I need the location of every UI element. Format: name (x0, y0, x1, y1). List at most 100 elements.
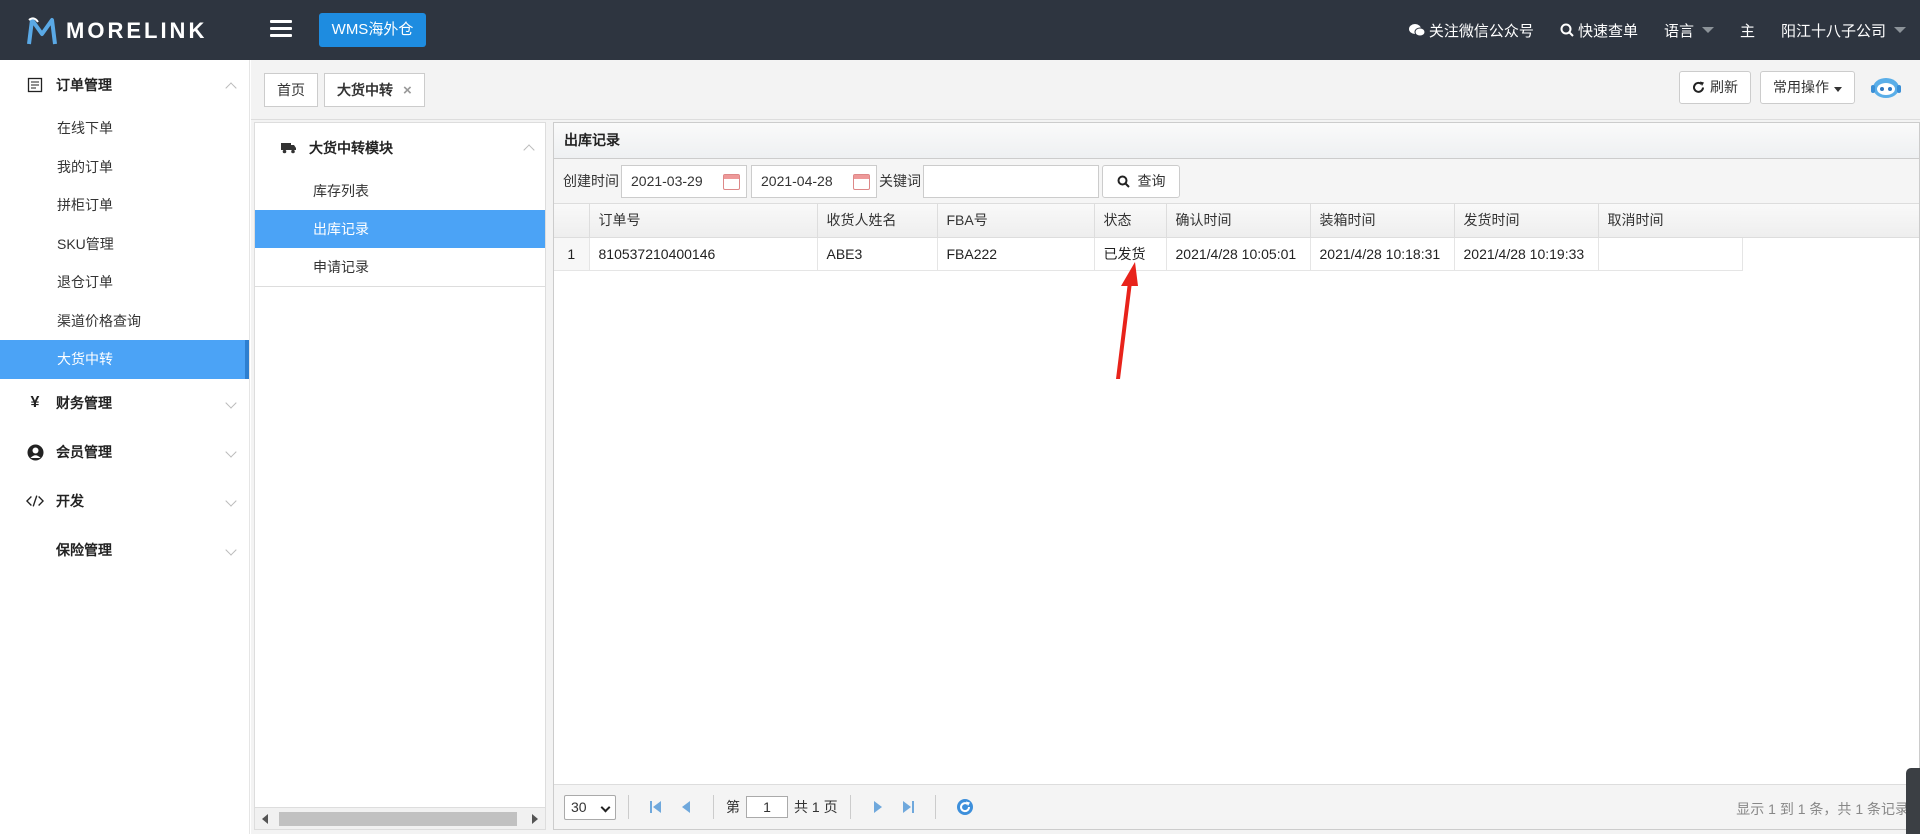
date-to-input[interactable]: 2021-04-28 (751, 164, 877, 198)
created-time-label: 创建时间 (563, 173, 619, 189)
yen-icon: ¥ (30, 394, 40, 411)
sidebar-item-online-order[interactable]: 在线下单 (0, 109, 249, 148)
scroll-left-icon[interactable] (262, 814, 268, 824)
column-header-rownum (554, 204, 590, 238)
refresh-button[interactable]: 刷新 (1679, 71, 1751, 104)
scroll-right-icon[interactable] (532, 814, 538, 824)
user-text: 主 (1739, 22, 1755, 40)
sidebar-group-insurance[interactable]: 保险管理 (0, 526, 249, 575)
cell-fba: FBA222 (937, 237, 1095, 271)
query-label: 查询 (1137, 173, 1166, 189)
sidebar-item-consolidated-orders[interactable]: 拼柜订单 (0, 186, 249, 225)
common-operations-dropdown[interactable]: 常用操作 (1760, 71, 1855, 104)
company-label: 阳江十八子公司 (1780, 22, 1886, 40)
module-item-outbound-records[interactable]: 出库记录 (255, 210, 545, 248)
sidebar-group-development[interactable]: 开发 (0, 477, 249, 526)
logo[interactable]: MORELINK (26, 12, 246, 50)
page-prefix: 第 (726, 799, 740, 815)
user-icon (26, 443, 44, 461)
order-list-icon (26, 76, 44, 94)
chevron-down-icon (1701, 27, 1714, 33)
sidebar-item-my-orders[interactable]: 我的订单 (0, 148, 249, 187)
next-page-icon[interactable] (871, 800, 885, 814)
sidebar: 订单管理 在线下单 我的订单 拼柜订单 SKU管理 退仓订单 渠道价格查询 大货… (0, 60, 250, 834)
sidebar-item-channel-price-query[interactable]: 渠道价格查询 (0, 302, 249, 341)
date-from-input[interactable]: 2021-03-29 (621, 164, 747, 198)
module-item-inventory-list[interactable]: 库存列表 (255, 172, 545, 210)
calendar-icon[interactable] (723, 173, 740, 190)
column-header-confirm-time[interactable]: 确认时间 (1166, 204, 1311, 238)
column-header-ship-time[interactable]: 发货时间 (1454, 204, 1599, 238)
sidebar-group-finance[interactable]: ¥ 财务管理 (0, 379, 249, 428)
pagination-bar: 30 第 1 共 1 页 显示 1 到 1 条，共 1 条记录 (554, 784, 1919, 829)
quick-query-link[interactable]: 快速查单 (1560, 20, 1638, 41)
sidebar-group-order-management[interactable]: 订单管理 (0, 60, 249, 109)
module-header[interactable]: 大货中转模块 (255, 123, 545, 172)
keyword-input[interactable] (923, 164, 1099, 198)
top-navigation-bar: MORELINK WMS海外仓 关注微信公众号 快速查单 语言 主 阳江十八子公… (0, 0, 1920, 60)
wechat-follow-link[interactable]: 关注微信公众号 (1408, 20, 1534, 41)
module-item-application-records[interactable]: 申请记录 (255, 248, 545, 286)
search-icon (1117, 175, 1130, 188)
page-total: 共 1 页 (794, 799, 838, 815)
common-ops-label: 常用操作 (1773, 79, 1829, 95)
keyword-label: 关键词 (879, 173, 921, 189)
truck-icon (281, 142, 296, 153)
scroll-edge-widget (1906, 768, 1920, 834)
column-header-consignee[interactable]: 收货人姓名 (817, 204, 938, 238)
divider (934, 795, 936, 819)
scrollbar-thumb[interactable] (279, 812, 517, 826)
chevron-down-icon (1894, 27, 1906, 33)
menu-toggle-icon[interactable] (270, 20, 292, 38)
language-dropdown[interactable]: 语言 (1664, 20, 1714, 41)
filter-bar: 创建时间 2021-03-29 2021-04-28 关键词 查询 (554, 159, 1919, 204)
user-label[interactable]: 主 (1740, 20, 1755, 41)
search-icon (1560, 23, 1574, 37)
tab-bulk-transit[interactable]: 大货中转 × (324, 73, 425, 107)
prev-page-icon[interactable] (679, 800, 693, 814)
pagination-info: 显示 1 到 1 条，共 1 条记录 (1736, 801, 1909, 817)
query-button[interactable]: 查询 (1102, 164, 1180, 198)
cell-cancel-time (1598, 237, 1743, 271)
wms-warehouse-button[interactable]: WMS海外仓 (319, 13, 426, 47)
chevron-down-icon (225, 494, 237, 507)
divider (628, 795, 629, 819)
last-page-icon[interactable] (901, 800, 915, 814)
sidebar-item-return-orders[interactable]: 退仓订单 (0, 263, 249, 302)
wechat-icon (1408, 24, 1425, 37)
module-title: 大货中转模块 (309, 139, 393, 156)
chat-bot-icon[interactable] (1871, 75, 1901, 101)
calendar-icon[interactable] (853, 173, 870, 190)
sidebar-group-members[interactable]: 会员管理 (0, 428, 249, 477)
sidebar-group-label: 保险管理 (56, 542, 112, 558)
sidebar-item-bulk-transit[interactable]: 大货中转 (0, 340, 249, 379)
table-row[interactable]: 1 810537210400146 ABE3 FBA222 已发货 2021/4… (554, 237, 1743, 271)
company-dropdown[interactable]: 阳江十八子公司 (1781, 20, 1906, 41)
sidebar-group-label: 会员管理 (56, 444, 112, 460)
sidebar-item-sku-management[interactable]: SKU管理 (0, 225, 249, 264)
sidebar-group-label: 财务管理 (56, 395, 112, 411)
date-from-value: 2021-03-29 (631, 173, 703, 189)
chevron-down-icon (225, 396, 237, 409)
tab-home[interactable]: 首页 (264, 73, 318, 107)
reload-icon[interactable] (956, 798, 974, 816)
column-header-fba[interactable]: FBA号 (937, 204, 1095, 238)
first-page-icon[interactable] (649, 800, 663, 814)
column-header-pack-time[interactable]: 装箱时间 (1310, 204, 1455, 238)
horizontal-scrollbar[interactable] (255, 807, 545, 829)
records-grid: 订单号 收货人姓名 FBA号 状态 确认时间 装箱时间 发货时间 取消时间 1 … (554, 204, 1919, 271)
column-header-cancel-time[interactable]: 取消时间 (1598, 204, 1743, 238)
red-arrow-annotation (1116, 262, 1138, 379)
chevron-down-icon (225, 445, 237, 458)
column-header-order-no[interactable]: 订单号 (589, 204, 818, 238)
cell-ship-time: 2021/4/28 10:19:33 (1454, 237, 1599, 271)
blank-icon (26, 541, 44, 559)
sidebar-group-label: 开发 (56, 493, 84, 509)
page-size-select[interactable]: 30 (564, 794, 616, 820)
close-icon[interactable]: × (403, 82, 412, 99)
divider (713, 795, 714, 819)
page-number-input[interactable]: 1 (746, 796, 788, 818)
column-header-status[interactable]: 状态 (1094, 204, 1167, 238)
tab-label: 大货中转 (337, 82, 393, 98)
cell-consignee: ABE3 (817, 237, 938, 271)
